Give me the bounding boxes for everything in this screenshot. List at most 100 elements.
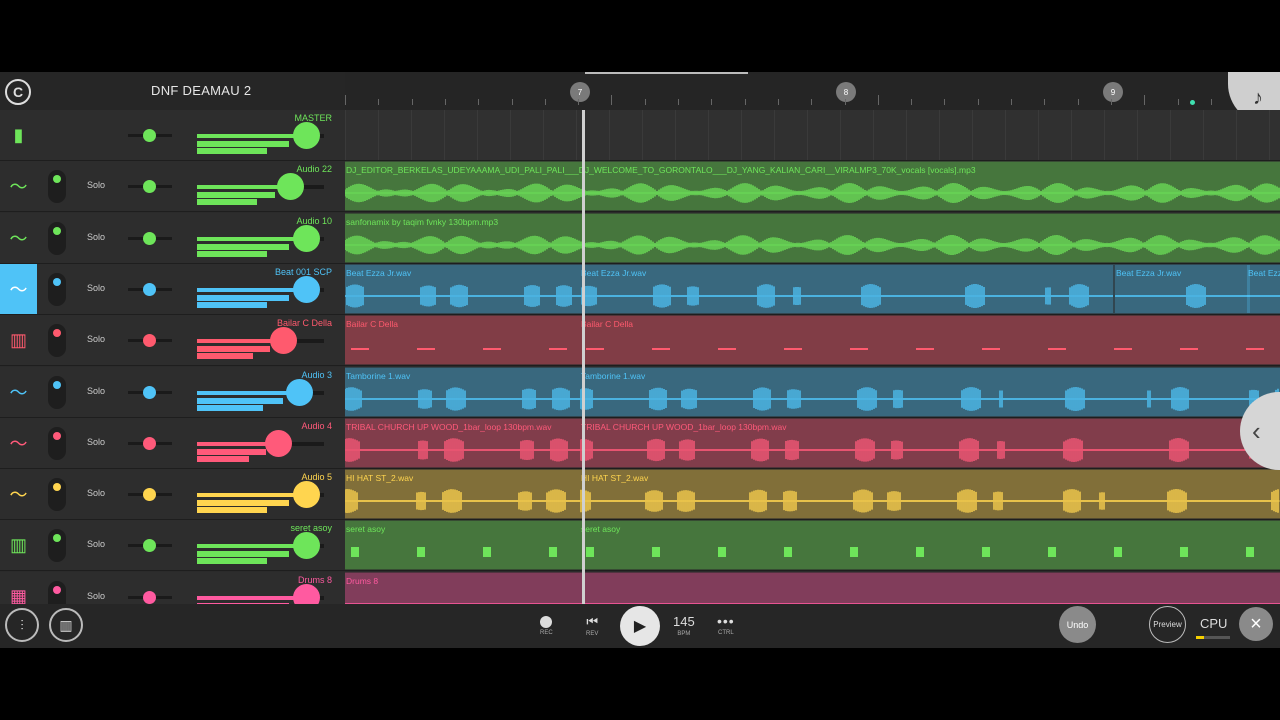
audio-clip[interactable]: Tamborine 1.wav [580,367,1280,416]
pan-knob[interactable] [143,282,156,296]
volume-knob[interactable] [293,275,321,303]
mute-toggle[interactable] [48,375,66,409]
waveform-icon[interactable]: 〜 [0,469,37,519]
pan-knob[interactable] [143,129,156,142]
volume-slider[interactable] [197,429,324,457]
mute-toggle[interactable] [48,529,66,563]
pan-slider[interactable] [128,231,172,245]
clip-lane[interactable]: seret asoy seret asoy [345,520,1280,571]
volume-slider[interactable] [197,532,324,560]
pan-slider[interactable] [128,180,172,194]
volume-knob[interactable] [285,378,313,406]
audio-clip[interactable]: TRIBAL CHURCH UP WOOD_1bar_loop 130bpm.w… [580,418,1280,467]
mute-toggle[interactable] [48,272,66,306]
audio-clip[interactable]: Bailar C Della [580,316,1280,365]
volume-knob[interactable] [293,532,321,560]
bar-marker[interactable]: 7 [570,82,590,102]
audio-clip[interactable]: Drums 8 [345,572,1280,604]
audio-clip[interactable]: Beat Ezza Jr.wav [345,264,580,313]
piano-keys-icon[interactable]: ▥ [49,608,83,642]
pan-knob[interactable] [143,334,156,348]
mute-toggle[interactable] [48,426,66,460]
pan-slider[interactable] [128,590,172,604]
mute-toggle[interactable] [48,478,66,512]
ctrl-button[interactable]: ••• CTRL [717,614,735,636]
waveform-icon[interactable]: 〜 [0,263,37,314]
waveform-icon[interactable]: 〜 [0,161,37,211]
volume-slider[interactable] [197,583,324,604]
volume-knob[interactable] [293,122,321,149]
drum-pads-icon[interactable]: ▦ [0,572,37,604]
bar-marker[interactable]: 9 [1103,82,1123,102]
volume-slider[interactable] [197,224,324,252]
waveform-icon[interactable]: 〜 [0,418,37,468]
clip-lane[interactable]: Bailar C Della Bailar C Della [345,315,1280,366]
waveform-icon[interactable]: 〜 [0,213,37,263]
app-logo-icon[interactable]: C [5,79,31,105]
mute-toggle[interactable] [48,170,66,204]
solo-button[interactable]: Solo [87,232,105,242]
pan-slider[interactable] [128,385,172,399]
audio-clip[interactable]: Beat Ezza Jr.wav [1115,264,1250,313]
volume-knob[interactable] [293,583,321,604]
audio-clip[interactable]: Bailar C Della [345,316,580,365]
playhead[interactable] [582,110,585,604]
clip-lane[interactable]: Drums 8 [345,571,1280,604]
loop-point-icon[interactable] [1190,100,1195,105]
clip-lane[interactable]: Tamborine 1.wav Tamborine 1.wav [345,366,1280,417]
pan-slider[interactable] [128,436,172,450]
audio-clip[interactable]: Beat Ezza Jr.wav [580,264,1113,313]
play-button[interactable]: ▶ [620,606,660,646]
pan-knob[interactable] [143,180,156,194]
pan-slider[interactable] [128,488,172,502]
volume-slider[interactable] [197,173,324,201]
pan-slider[interactable] [128,282,172,296]
audio-clip[interactable]: Beat Ezz [1247,264,1280,313]
clip-lane[interactable]: HI HAT ST_2.wav HI HAT ST_2.wav [345,469,1280,520]
audio-clip[interactable]: HI HAT ST_2.wav [580,470,1280,519]
volume-slider[interactable] [197,327,324,355]
audio-clip[interactable]: DJ_EDITOR_BERKELAS_UDEYAAAMA_UDI_PALI_PA… [345,162,1280,211]
pan-knob[interactable] [143,488,156,502]
volume-slider[interactable] [197,481,324,509]
clip-lane[interactable]: DJ_EDITOR_BERKELAS_UDEYAAAMA_UDI_PALI_PA… [345,161,1280,212]
undo-button[interactable]: Undo [1059,606,1096,643]
piano-icon[interactable]: ▥ [0,520,37,570]
volume-knob[interactable] [293,481,321,509]
mixer-icon[interactable]: ⫶ [5,608,39,642]
volume-knob[interactable] [276,173,304,201]
volume-slider[interactable] [197,122,324,149]
record-button[interactable]: REC [540,616,553,636]
pan-slider[interactable] [128,129,172,142]
mute-toggle[interactable] [48,324,66,358]
audio-clip[interactable]: HI HAT ST_2.wav [345,470,580,519]
solo-button[interactable]: Solo [87,386,105,396]
volume-knob[interactable] [265,429,293,457]
volume-slider[interactable] [197,378,324,406]
bar-marker[interactable]: 8 [836,82,856,102]
mute-toggle[interactable] [48,221,66,255]
solo-button[interactable]: Solo [87,334,105,344]
pan-knob[interactable] [143,590,156,604]
pan-knob[interactable] [143,539,156,553]
piano-icon[interactable]: ▥ [0,315,37,365]
bpm-control[interactable]: 145 BPM [673,614,695,637]
audio-clip[interactable]: Tamborine 1.wav [345,367,580,416]
audio-clip[interactable]: TRIBAL CHURCH UP WOOD_1bar_loop 130bpm.w… [345,418,580,467]
clip-lane[interactable] [345,110,1280,160]
solo-button[interactable]: Solo [87,591,105,601]
rewind-button[interactable]: ⏮ REV [586,615,598,638]
pan-knob[interactable] [143,385,156,399]
pan-knob[interactable] [143,231,156,245]
waveform-icon[interactable]: 〜 [0,367,37,417]
pan-slider[interactable] [128,334,172,348]
clip-lane[interactable]: sanfonamix by taqim fvnky 130bpm.mp3 [345,212,1280,263]
solo-button[interactable]: Solo [87,180,105,190]
pan-knob[interactable] [143,436,156,450]
audio-clip[interactable]: sanfonamix by taqim fvnky 130bpm.mp3 [345,213,1280,262]
audio-clip[interactable]: seret asoy [345,521,580,570]
pan-slider[interactable] [128,539,172,553]
mixer-bars-icon[interactable]: ▮ [0,110,37,160]
solo-button[interactable]: Solo [87,283,105,293]
timeline-ruler[interactable]: 7 8 9 [345,72,1280,110]
